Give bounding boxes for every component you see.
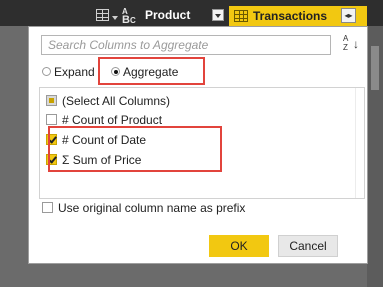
list-item-label: (Select All Columns) xyxy=(62,93,171,108)
sort-az-icon[interactable]: A Z ↓ xyxy=(343,34,361,55)
expand-option[interactable]: Expand xyxy=(42,64,95,80)
transactions-column-label: Transactions xyxy=(253,9,328,23)
column-filter-button[interactable] xyxy=(212,9,224,21)
table-icon[interactable] xyxy=(96,9,109,21)
aggregate-popup: AZ↓ Expand Aggregate (Select All Columns… xyxy=(28,26,368,264)
prefix-label: Use original column name as prefix xyxy=(58,200,246,215)
aggregations-highlight-box xyxy=(48,126,222,172)
list-scrollbar[interactable] xyxy=(355,88,364,198)
column-name-product: Product xyxy=(145,8,191,22)
list-item-select-all[interactable]: (Select All Columns) xyxy=(46,93,170,109)
chevron-down-icon[interactable] xyxy=(112,16,118,20)
cancel-button[interactable]: Cancel xyxy=(278,235,338,257)
expand-radio[interactable] xyxy=(42,67,51,77)
prefix-option[interactable]: Use original column name as prefix xyxy=(42,200,245,216)
abc-text-type-icon[interactable]: A BC xyxy=(122,8,136,26)
expand-label: Expand xyxy=(54,64,95,79)
table-icon xyxy=(234,10,248,22)
ok-button[interactable]: OK xyxy=(209,235,269,257)
prefix-checkbox[interactable] xyxy=(42,202,53,214)
expand-columns-icon[interactable]: ◂▸ xyxy=(341,8,356,23)
select-all-checkbox[interactable] xyxy=(46,95,57,107)
aggregate-highlight-box xyxy=(98,57,205,85)
scrollbar-thumb[interactable] xyxy=(371,46,379,90)
count-of-product-checkbox[interactable] xyxy=(46,114,57,126)
vertical-scrollbar[interactable] xyxy=(367,26,383,287)
column-header-bar: A BC Product Transactions ◂▸ xyxy=(0,0,383,26)
list-item-label: # Count of Product xyxy=(62,112,163,127)
search-columns-input[interactable] xyxy=(41,35,331,55)
